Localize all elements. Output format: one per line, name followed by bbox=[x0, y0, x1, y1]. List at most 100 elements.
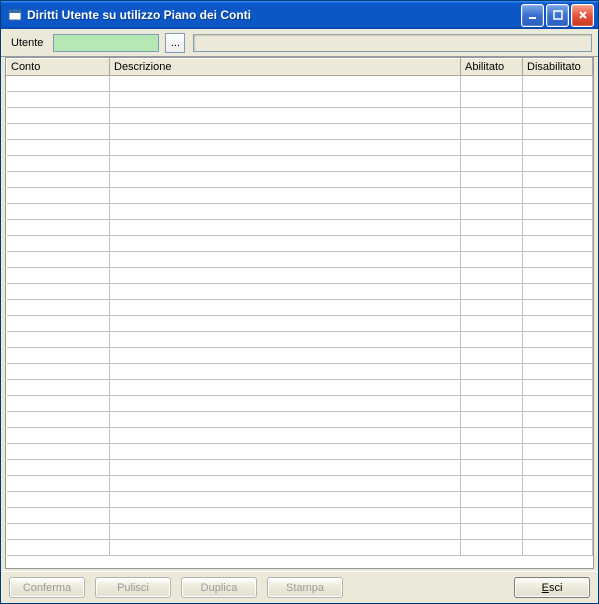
table-cell[interactable] bbox=[461, 428, 523, 444]
table-row[interactable] bbox=[7, 140, 593, 156]
table-cell[interactable] bbox=[523, 444, 593, 460]
table-cell[interactable] bbox=[461, 140, 523, 156]
table-cell[interactable] bbox=[523, 380, 593, 396]
duplica-button[interactable]: Duplica bbox=[181, 577, 257, 598]
table-row[interactable] bbox=[7, 524, 593, 540]
table-cell[interactable] bbox=[7, 428, 110, 444]
table-cell[interactable] bbox=[7, 300, 110, 316]
table-cell[interactable] bbox=[7, 140, 110, 156]
table-row[interactable] bbox=[7, 252, 593, 268]
table-cell[interactable] bbox=[7, 476, 110, 492]
table-row[interactable] bbox=[7, 380, 593, 396]
table-cell[interactable] bbox=[110, 284, 461, 300]
table-cell[interactable] bbox=[523, 268, 593, 284]
table-row[interactable] bbox=[7, 204, 593, 220]
table-cell[interactable] bbox=[523, 172, 593, 188]
table-cell[interactable] bbox=[110, 92, 461, 108]
table-row[interactable] bbox=[7, 172, 593, 188]
table-cell[interactable] bbox=[523, 460, 593, 476]
table-cell[interactable] bbox=[523, 252, 593, 268]
table-cell[interactable] bbox=[7, 444, 110, 460]
table-row[interactable] bbox=[7, 476, 593, 492]
table-cell[interactable] bbox=[110, 156, 461, 172]
table-cell[interactable] bbox=[110, 348, 461, 364]
table-cell[interactable] bbox=[7, 284, 110, 300]
table-row[interactable] bbox=[7, 508, 593, 524]
table-cell[interactable] bbox=[110, 268, 461, 284]
table-row[interactable] bbox=[7, 428, 593, 444]
table-cell[interactable] bbox=[461, 460, 523, 476]
table-row[interactable] bbox=[7, 92, 593, 108]
table-cell[interactable] bbox=[523, 492, 593, 508]
table-cell[interactable] bbox=[110, 476, 461, 492]
table-row[interactable] bbox=[7, 124, 593, 140]
table-cell[interactable] bbox=[461, 284, 523, 300]
browse-button[interactable]: ... bbox=[165, 33, 185, 53]
table-cell[interactable] bbox=[7, 252, 110, 268]
table-cell[interactable] bbox=[110, 76, 461, 92]
table-cell[interactable] bbox=[461, 92, 523, 108]
table-cell[interactable] bbox=[110, 172, 461, 188]
table-row[interactable] bbox=[7, 444, 593, 460]
table-cell[interactable] bbox=[110, 444, 461, 460]
table-cell[interactable] bbox=[523, 140, 593, 156]
table-cell[interactable] bbox=[461, 188, 523, 204]
close-button[interactable] bbox=[571, 4, 594, 27]
table-cell[interactable] bbox=[110, 220, 461, 236]
table-cell[interactable] bbox=[7, 332, 110, 348]
table-cell[interactable] bbox=[7, 396, 110, 412]
col-header-descrizione[interactable]: Descrizione bbox=[110, 59, 461, 76]
table-cell[interactable] bbox=[7, 492, 110, 508]
table-cell[interactable] bbox=[461, 332, 523, 348]
col-header-abilitato[interactable]: Abilitato bbox=[461, 59, 523, 76]
table-cell[interactable] bbox=[523, 220, 593, 236]
table-cell[interactable] bbox=[461, 396, 523, 412]
table-cell[interactable] bbox=[110, 428, 461, 444]
table-row[interactable] bbox=[7, 460, 593, 476]
table-cell[interactable] bbox=[523, 108, 593, 124]
table-cell[interactable] bbox=[523, 92, 593, 108]
table-cell[interactable] bbox=[7, 76, 110, 92]
table-row[interactable] bbox=[7, 396, 593, 412]
table-cell[interactable] bbox=[110, 412, 461, 428]
table-cell[interactable] bbox=[7, 108, 110, 124]
table-cell[interactable] bbox=[523, 124, 593, 140]
table-cell[interactable] bbox=[523, 188, 593, 204]
table-cell[interactable] bbox=[461, 220, 523, 236]
table-cell[interactable] bbox=[7, 220, 110, 236]
table-cell[interactable] bbox=[523, 316, 593, 332]
table-row[interactable] bbox=[7, 540, 593, 556]
table-row[interactable] bbox=[7, 284, 593, 300]
table-row[interactable] bbox=[7, 412, 593, 428]
maximize-button[interactable] bbox=[546, 4, 569, 27]
table-cell[interactable] bbox=[523, 156, 593, 172]
table-cell[interactable] bbox=[461, 156, 523, 172]
table-row[interactable] bbox=[7, 492, 593, 508]
table-row[interactable] bbox=[7, 108, 593, 124]
table-cell[interactable] bbox=[461, 204, 523, 220]
table-cell[interactable] bbox=[461, 300, 523, 316]
table-row[interactable] bbox=[7, 236, 593, 252]
table-cell[interactable] bbox=[523, 348, 593, 364]
table-cell[interactable] bbox=[523, 236, 593, 252]
table-cell[interactable] bbox=[461, 124, 523, 140]
table-cell[interactable] bbox=[110, 316, 461, 332]
conferma-button[interactable]: Conferma bbox=[9, 577, 85, 598]
minimize-button[interactable] bbox=[521, 4, 544, 27]
table-cell[interactable] bbox=[7, 380, 110, 396]
table-cell[interactable] bbox=[7, 412, 110, 428]
table-cell[interactable] bbox=[523, 524, 593, 540]
table-cell[interactable] bbox=[110, 524, 461, 540]
table-cell[interactable] bbox=[110, 124, 461, 140]
table-cell[interactable] bbox=[461, 508, 523, 524]
table-cell[interactable] bbox=[523, 76, 593, 92]
table-cell[interactable] bbox=[461, 316, 523, 332]
table-cell[interactable] bbox=[7, 348, 110, 364]
table-cell[interactable] bbox=[110, 508, 461, 524]
table-cell[interactable] bbox=[7, 92, 110, 108]
table-cell[interactable] bbox=[110, 140, 461, 156]
table-cell[interactable] bbox=[461, 76, 523, 92]
table-cell[interactable] bbox=[523, 284, 593, 300]
esci-button[interactable]: Esci bbox=[514, 577, 590, 598]
table-cell[interactable] bbox=[523, 428, 593, 444]
